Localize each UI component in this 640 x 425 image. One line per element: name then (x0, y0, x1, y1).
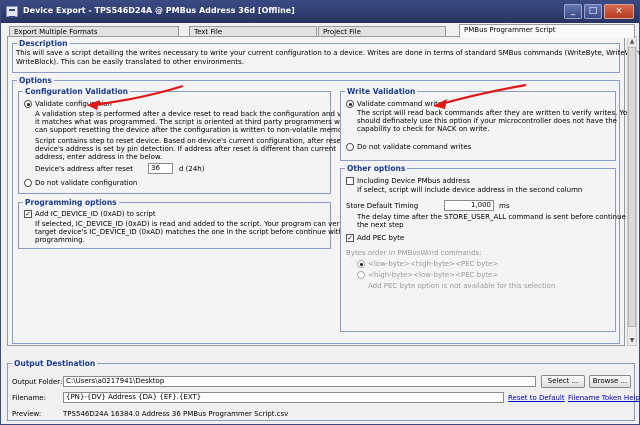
store-timing-note-line-2: the next step (357, 221, 404, 229)
filename-input[interactable]: {PN}-{DV} Address {DA} {EF}.{EXT} (63, 392, 504, 403)
reset-to-default-link[interactable]: Reset to Default (508, 394, 565, 402)
store-default-timing-input[interactable]: 1,000 (444, 200, 494, 211)
bytes-order-label: Bytes order in PMBusWord commands: (346, 249, 482, 257)
include-address-note: If select, script will include device ad… (357, 186, 583, 194)
validate-command-writes-radio[interactable] (346, 100, 354, 108)
minimize-button[interactable]: _ (564, 4, 582, 19)
byte-order-low-high-label: <low-byte><high-byte><PEC byte> (368, 260, 499, 268)
include-address-label: Including Device PMbus address (357, 177, 470, 185)
pec-unavailable-note: Add PEC byte option is not available for… (368, 282, 556, 290)
options-group: Options Configuration Validation Validat… (12, 76, 635, 344)
window-app-icon (6, 6, 18, 18)
description-group: Description This will save a script deta… (12, 39, 640, 73)
do-not-validate-configuration-label: Do not validate configuration (35, 179, 138, 187)
validate-command-writes-label: Validate command writes (357, 100, 446, 108)
include-address-checkbox[interactable] (346, 177, 354, 185)
write-validation-text-line-3: capability to check for NACK on write. (357, 125, 490, 133)
description-header: Description (17, 39, 70, 48)
close-button[interactable]: × (604, 4, 634, 19)
output-destination-header: Output Destination (12, 359, 98, 368)
description-line-1: This will save a script detailing the wr… (16, 49, 640, 57)
validate-configuration-label: Validate configuration (35, 100, 112, 108)
address-after-reset-unit: d (24h) (179, 165, 205, 173)
scrollbar-thumb[interactable] (628, 47, 636, 327)
do-not-validate-configuration-radio[interactable] (24, 179, 32, 187)
add-pec-byte-label: Add PEC byte (357, 234, 405, 242)
preview-value: TPS546D24A 16384.0 Address 36 PMBus Prog… (63, 410, 289, 418)
output-destination-group: Output Destination Output Folder: C:\Use… (7, 359, 640, 421)
add-device-id-checkbox[interactable]: ✓ (24, 210, 32, 218)
filename-label: Filename: (12, 394, 46, 402)
scroll-up-icon[interactable]: ▲ (628, 37, 636, 46)
output-folder-input[interactable]: C:\Users\a0217941\Desktop (63, 376, 536, 387)
tab-pmbus-programmer-script[interactable]: PMBus Programmer Script (459, 24, 635, 38)
options-header: Options (17, 76, 54, 85)
filename-token-help-link[interactable]: Filename Token Help (568, 394, 640, 402)
title-bar: Device Export - TPS546D24A @ PMBus Addre… (1, 1, 639, 23)
store-default-timing-unit: ms (499, 202, 510, 210)
tab-content-panel: Description This will save a script deta… (7, 36, 640, 346)
browse-folder-button[interactable]: Browse ... (589, 375, 631, 388)
address-after-reset-input[interactable]: 36 (148, 163, 173, 174)
configuration-validation-header: Configuration Validation (23, 87, 130, 96)
vertical-scrollbar[interactable]: ▲ ▼ (627, 36, 637, 346)
description-line-2: WriteBlock). This can be easily translat… (16, 58, 244, 66)
programming-options-header: Programming options (23, 198, 119, 207)
configuration-validation-group: Configuration Validation Validate config… (18, 87, 357, 194)
device-id-text-line-3: programming. (35, 236, 85, 244)
programming-options-group: Programming options ✓ Add IC_DEVICE_ID (… (18, 198, 355, 249)
do-not-validate-writes-radio[interactable] (346, 143, 354, 151)
preview-label: Preview: (12, 410, 42, 418)
add-device-id-label: Add IC_DEVICE_ID (0xAD) to script (35, 210, 156, 218)
validate-configuration-radio[interactable] (24, 100, 32, 108)
window-title: Device Export - TPS546D24A @ PMBus Addre… (23, 6, 295, 15)
do-not-validate-writes-label: Do not validate command writes (357, 143, 472, 151)
add-pec-byte-checkbox[interactable]: ✓ (346, 234, 354, 242)
byte-order-low-high-radio[interactable] (357, 260, 365, 268)
write-validation-group: Write Validation Validate command writes… (340, 87, 632, 161)
byte-order-high-low-label: <high-byte><low-byte><PEC byte> (368, 271, 499, 279)
other-options-header: Other options (345, 164, 408, 173)
maximize-button[interactable]: □ (584, 4, 602, 19)
other-options-group: Other options Including Device PMbus add… (340, 164, 635, 332)
address-after-reset-label: Device's address after reset (35, 165, 133, 173)
write-validation-header: Write Validation (345, 87, 418, 96)
select-folder-button[interactable]: Select ... (541, 375, 585, 388)
store-default-timing-label: Store Default Timing (346, 202, 419, 210)
device-export-window: Device Export - TPS546D24A @ PMBus Addre… (0, 0, 640, 425)
scroll-down-icon[interactable]: ▼ (628, 336, 636, 345)
config-validation-text-line-3: can support resetting the device after t… (35, 126, 351, 134)
output-folder-label: Output Folder: (12, 378, 63, 386)
reset-text-line-3: address, enter address in the below. (35, 153, 163, 161)
byte-order-high-low-radio[interactable] (357, 271, 365, 279)
